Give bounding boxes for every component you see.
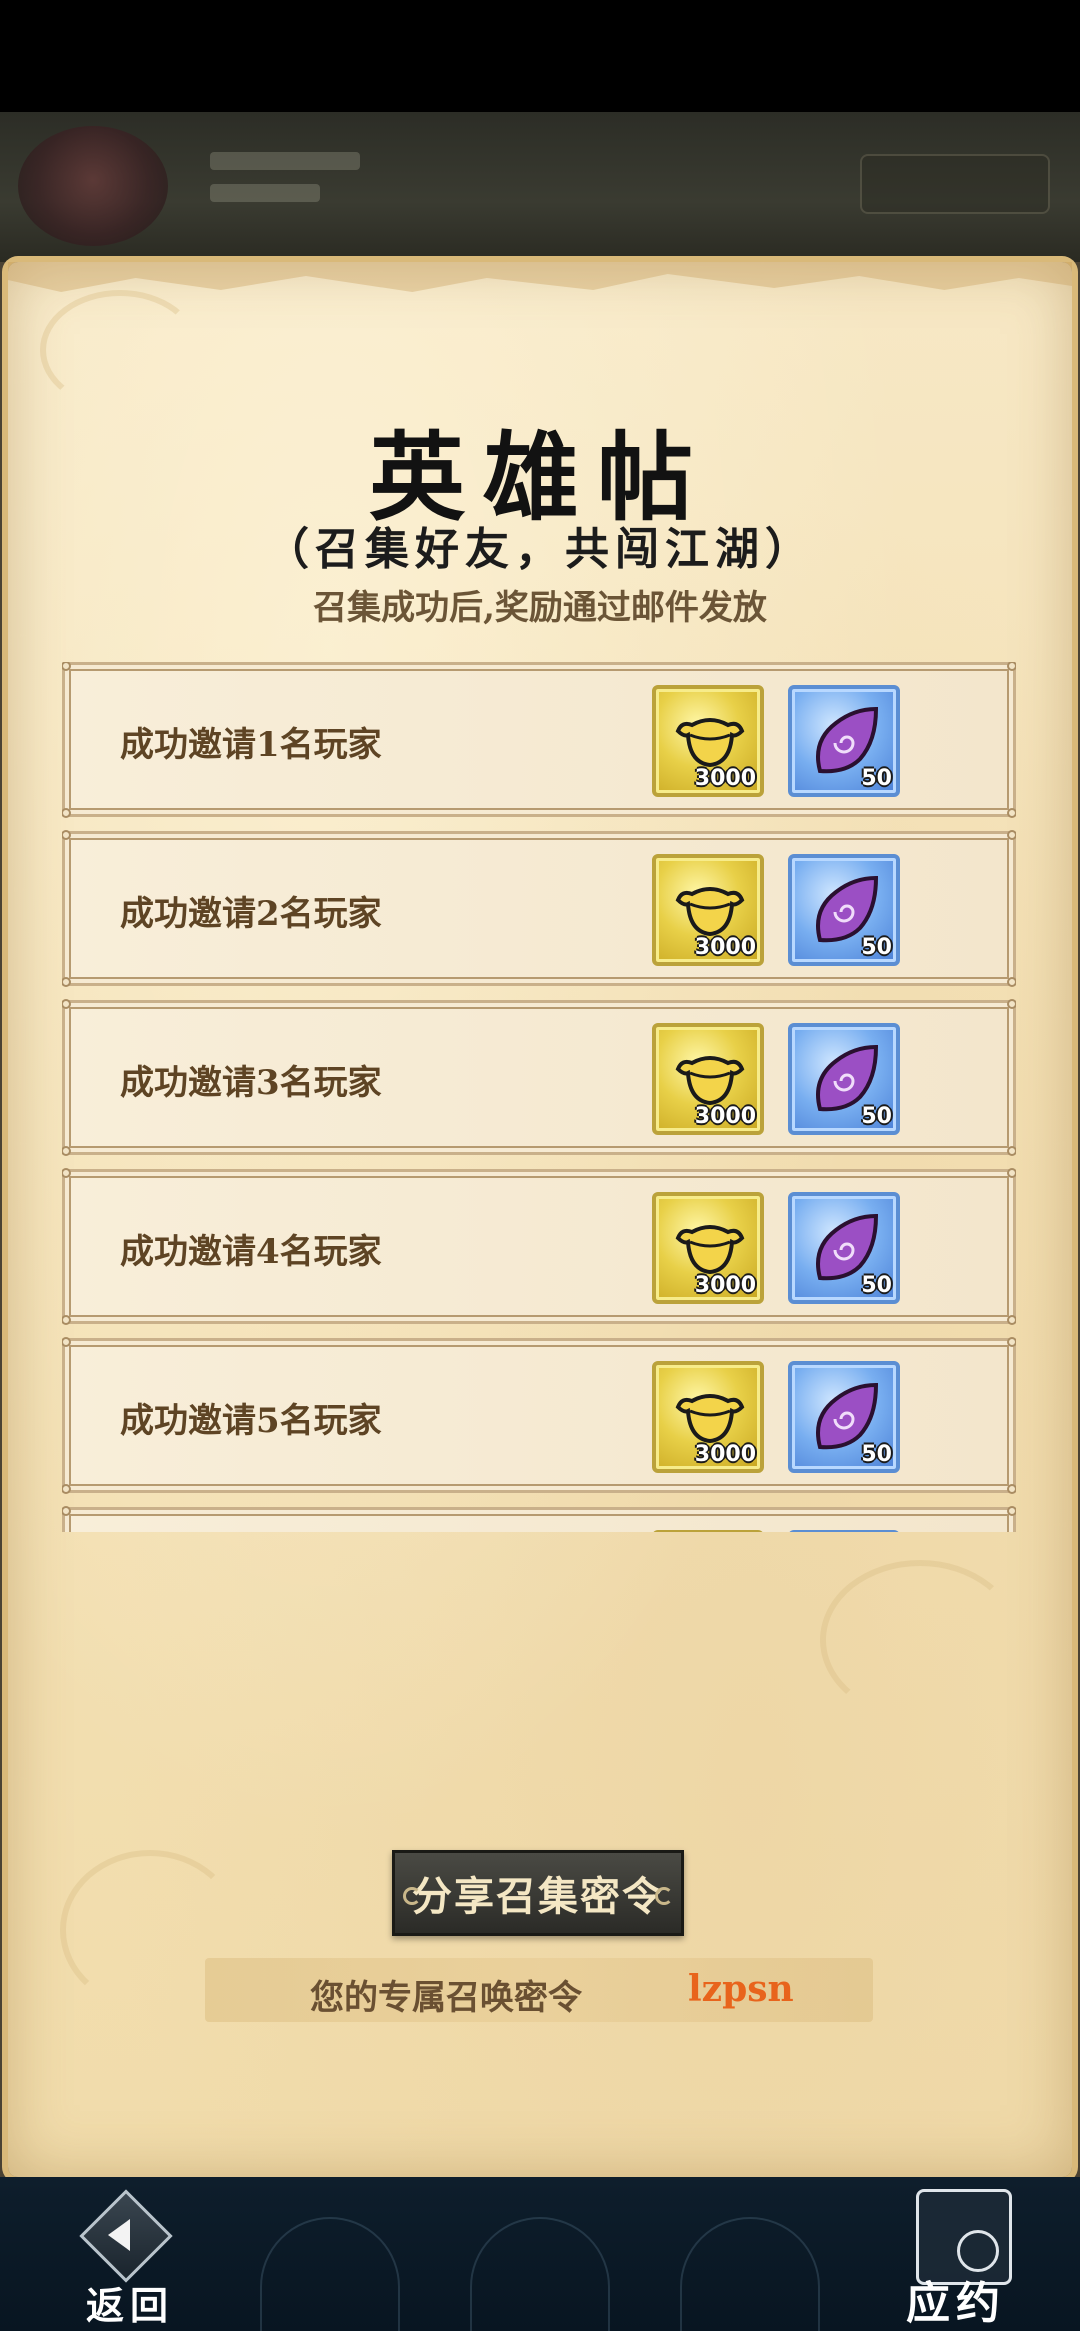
summon-code-value[interactable]: lzpsn — [688, 1968, 794, 2010]
reward-row: 成功邀请4名玩家 3000 50 — [62, 1168, 1016, 1325]
summon-code-label: 您的专属召唤密令 — [310, 1978, 582, 2018]
back-label: 返回 — [86, 2283, 175, 2328]
reward-row-label: 成功邀请2名玩家 — [120, 894, 382, 934]
reward-row-partial — [62, 1506, 1016, 1532]
gold-ingot-item[interactable]: 3000 — [652, 854, 764, 966]
reward-row: 成功邀请5名玩家 3000 50 — [62, 1337, 1016, 1494]
back-button[interactable]: 返回 — [58, 2189, 208, 2328]
purple-gem-item[interactable]: 50 — [788, 1192, 900, 1304]
reward-row: 成功邀请2名玩家 3000 50 — [62, 830, 1016, 987]
pledge-button[interactable]: 应约 — [880, 2185, 1060, 2329]
reward-row-label: 成功邀请4名玩家 — [120, 1232, 382, 1272]
reward-row-label: 成功邀请5名玩家 — [120, 1401, 382, 1441]
item-count: 50 — [861, 766, 892, 791]
background-button — [860, 154, 1050, 214]
pledge-label: 应约 — [906, 2278, 1006, 2329]
status-bar — [0, 0, 1080, 112]
gold-ingot-item[interactable]: 3000 — [652, 1361, 764, 1473]
reward-list[interactable]: 成功邀请1名玩家 3000 50 成功邀请2名玩家 3000 50 成功邀请3名… — [62, 662, 1016, 1532]
reward-row-label: 成功邀请1名玩家 — [120, 725, 382, 765]
background-player-bar — [0, 112, 1080, 262]
summon-code-bar: 您的专属召唤密令 lzpsn — [205, 1958, 873, 2022]
reward-note: 召集成功后,奖励通过邮件发放 — [313, 588, 767, 628]
item-count: 3000 — [694, 1442, 756, 1467]
gold-ingot-item[interactable]: 3000 — [652, 1192, 764, 1304]
item-count: 50 — [861, 1442, 892, 1467]
gold-ingot-item[interactable] — [652, 1530, 764, 1532]
background-player-info — [210, 152, 360, 222]
share-button-label: 分享召集密令 — [412, 1873, 664, 1920]
purple-gem-item[interactable]: 50 — [788, 685, 900, 797]
back-arrow-icon — [108, 2219, 130, 2251]
swirl-icon — [655, 1887, 673, 1905]
gold-ingot-item[interactable]: 3000 — [652, 1023, 764, 1135]
item-count: 3000 — [694, 1104, 756, 1129]
purple-gem-item[interactable]: 50 — [788, 854, 900, 966]
gold-ingot-item[interactable]: 3000 — [652, 685, 764, 797]
reward-row-label: 成功邀请3名玩家 — [120, 1063, 382, 1103]
swirl-icon — [403, 1887, 421, 1905]
item-count: 3000 — [694, 1273, 756, 1298]
cloud-decoration — [820, 1560, 1020, 1720]
purple-gem-item[interactable] — [788, 1530, 900, 1532]
purple-gem-item[interactable]: 50 — [788, 1023, 900, 1135]
purple-gem-item[interactable]: 50 — [788, 1361, 900, 1473]
item-count: 50 — [861, 1273, 892, 1298]
item-count: 3000 — [694, 766, 756, 791]
item-count: 50 — [861, 935, 892, 960]
reward-row: 成功邀请3名玩家 3000 50 — [62, 999, 1016, 1156]
page-subtitle: （召集好友，共闯江湖） — [265, 524, 815, 575]
cloud-decoration — [40, 290, 200, 410]
share-summon-code-button[interactable]: 分享召集密令 — [392, 1850, 684, 1936]
background-avatar — [18, 126, 168, 246]
item-count: 50 — [861, 1104, 892, 1129]
reward-row: 成功邀请1名玩家 3000 50 — [62, 662, 1016, 818]
item-count: 3000 — [694, 935, 756, 960]
